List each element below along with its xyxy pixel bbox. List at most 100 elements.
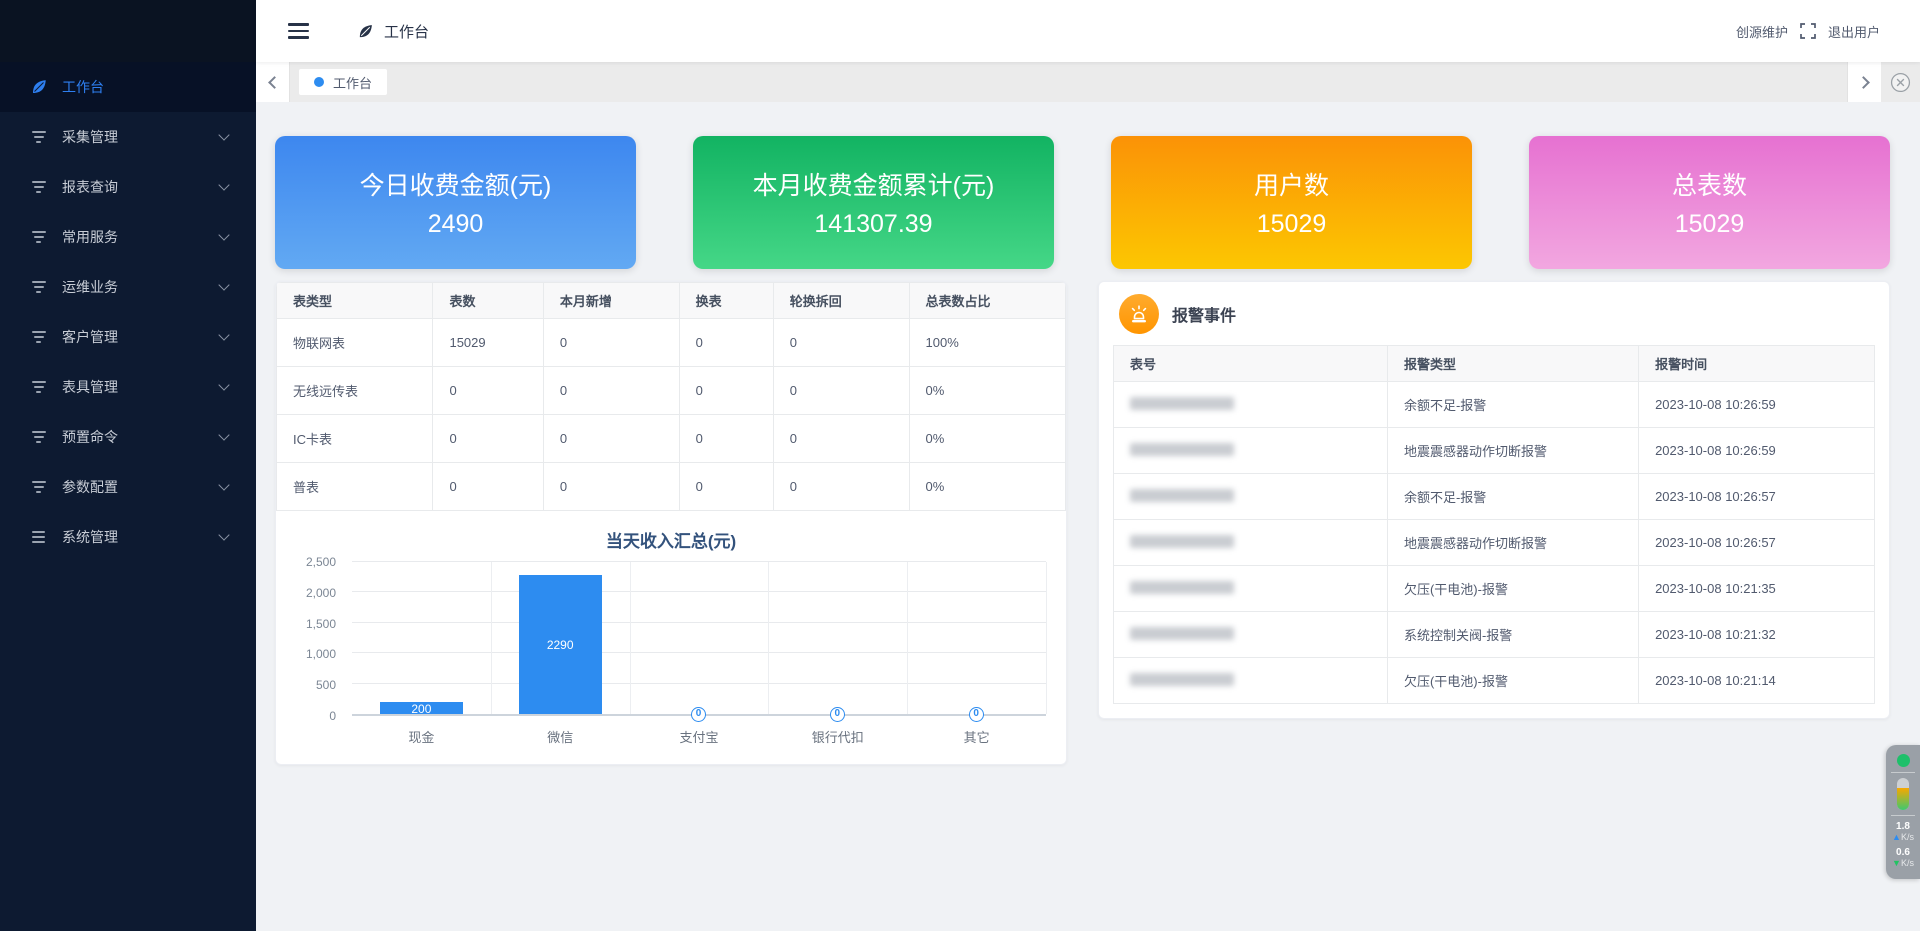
- table-row: 无线远传表00000%: [277, 367, 1066, 415]
- maintainer-label[interactable]: 创源维护: [1736, 22, 1788, 41]
- close-tabs-button[interactable]: [1890, 72, 1911, 93]
- sidebar: 工作台 采集管理报表查询常用服务运维业务客户管理表具管理预置命令参数配置系统管理: [0, 0, 256, 931]
- card-title: 用户数: [1254, 166, 1329, 202]
- x-axis-label: 现金: [352, 727, 491, 746]
- collapse-menu-icon[interactable]: [288, 23, 309, 39]
- filter-icon: [30, 381, 47, 393]
- table-cell: 2023-10-08 10:21:14: [1639, 658, 1875, 704]
- filter-icon: [30, 131, 47, 143]
- column-header: 报警类型: [1387, 346, 1638, 382]
- blurred-meter-number: [1130, 627, 1234, 640]
- column-header: 换表: [679, 283, 773, 319]
- table-cell: 无线远传表: [277, 367, 433, 415]
- chevron-down-icon: [218, 279, 229, 290]
- sidebar-item-customer[interactable]: 客户管理: [0, 312, 256, 362]
- x-axis-label: 其它: [907, 727, 1046, 746]
- sidebar-item-workbench[interactable]: 工作台: [0, 62, 256, 112]
- table-cell: 0: [433, 415, 543, 463]
- table-cell: 系统控制关阀-报警: [1387, 612, 1638, 658]
- column-header: 本月新增: [543, 283, 679, 319]
- panels-row: 表类型表数本月新增换表轮换拆回总表数占比 物联网表15029000100%无线远…: [275, 281, 1890, 765]
- arrow-up-icon: ▲: [1892, 832, 1901, 842]
- chevron-down-icon: [218, 379, 229, 390]
- x-axis-label: 银行代扣: [768, 727, 907, 746]
- table-cell: 15029: [433, 319, 543, 367]
- upload-speed: 1.8: [1892, 821, 1914, 832]
- y-axis-tick-label: 2,000: [306, 586, 336, 600]
- tab-scroll-right-button[interactable]: [1847, 62, 1881, 102]
- table-cell: [1114, 428, 1388, 474]
- fullscreen-icon[interactable]: [1800, 23, 1816, 39]
- sidebar-item-label: 工作台: [62, 77, 104, 97]
- status-dot-icon: [1897, 754, 1910, 767]
- card-title: 本月收费金额累计(元): [753, 166, 995, 202]
- column-header: 轮换拆回: [773, 283, 909, 319]
- sidebar-item-operations[interactable]: 运维业务: [0, 262, 256, 312]
- alarm-table-header-row: 表号报警类型报警时间: [1114, 346, 1875, 382]
- blurred-meter-number: [1130, 397, 1234, 410]
- stat-cards-row: 今日收费金额(元) 2490 本月收费金额累计(元) 141307.39 用户数…: [275, 136, 1890, 269]
- meter-stats-panel: 表类型表数本月新增换表轮换拆回总表数占比 物联网表15029000100%无线远…: [275, 281, 1067, 765]
- tab-workbench[interactable]: 工作台: [299, 69, 387, 95]
- sidebar-item-meter[interactable]: 表具管理: [0, 362, 256, 412]
- sidebar-item-collection[interactable]: 采集管理: [0, 112, 256, 162]
- sidebar-item-parameter[interactable]: 参数配置: [0, 462, 256, 512]
- column-header: 总表数占比: [909, 283, 1066, 319]
- x-axis-labels: 现金微信支付宝银行代扣其它: [352, 727, 1046, 746]
- upload-unit: K/s: [1901, 832, 1914, 842]
- table-cell: 0%: [909, 415, 1066, 463]
- sidebar-item-label: 报表查询: [62, 177, 118, 197]
- table-cell: 0: [679, 463, 773, 511]
- download-unit: K/s: [1901, 858, 1914, 868]
- table-cell: 2023-10-08 10:26:59: [1639, 428, 1875, 474]
- filter-icon: [30, 231, 47, 243]
- table-cell: 2023-10-08 10:26:57: [1639, 520, 1875, 566]
- breadcrumb-title: 工作台: [384, 21, 429, 42]
- meter-table: 表类型表数本月新增换表轮换拆回总表数占比 物联网表15029000100%无线远…: [276, 282, 1066, 511]
- card-title: 今日收费金额(元): [360, 166, 552, 202]
- sidebar-item-services[interactable]: 常用服务: [0, 212, 256, 262]
- tab-scroll-left-button[interactable]: [256, 62, 290, 102]
- tab-bar: 工作台: [256, 62, 1920, 102]
- sidebar-item-system[interactable]: 系统管理: [0, 512, 256, 562]
- chevron-down-icon: [218, 479, 229, 490]
- table-cell: 0: [433, 463, 543, 511]
- chart-title: 当天收入汇总(元): [276, 527, 1066, 552]
- table-cell: 0: [433, 367, 543, 415]
- logout-button[interactable]: 退出用户: [1828, 22, 1880, 41]
- sidebar-item-label: 运维业务: [62, 277, 118, 297]
- y-axis-tick-label: 500: [316, 678, 336, 692]
- divider: [1891, 815, 1915, 816]
- alarm-panel-header: 报警事件: [1113, 282, 1875, 345]
- sidebar-item-label: 客户管理: [62, 327, 118, 347]
- table-cell: 余额不足-报警: [1387, 474, 1638, 520]
- table-row: 地震震感器动作切断报警2023-10-08 10:26:59: [1114, 428, 1875, 474]
- card-title: 总表数: [1672, 166, 1747, 202]
- table-cell: 欠压(干电池)-报警: [1387, 566, 1638, 612]
- card-total-meters[interactable]: 总表数 15029: [1529, 136, 1890, 269]
- sidebar-item-label: 系统管理: [62, 527, 118, 547]
- column-header: 表类型: [277, 283, 433, 319]
- gridline: [491, 562, 492, 714]
- table-cell: [1114, 612, 1388, 658]
- header-actions: 创源维护 退出用户: [1736, 22, 1880, 41]
- alarm-panel-title: 报警事件: [1172, 302, 1236, 326]
- alarm-table: 表号报警类型报警时间 余额不足-报警2023-10-08 10:26:59地震震…: [1113, 345, 1875, 704]
- download-speed: 0.6: [1892, 847, 1914, 858]
- chevron-left-icon: [268, 76, 281, 89]
- sidebar-item-preset-command[interactable]: 预置命令: [0, 412, 256, 462]
- sidebar-item-label: 常用服务: [62, 227, 118, 247]
- network-monitor-widget[interactable]: 1.8 ▲K/s 0.6 ▼K/s: [1886, 745, 1920, 879]
- card-month-revenue[interactable]: 本月收费金额累计(元) 141307.39: [693, 136, 1054, 269]
- table-cell: [1114, 658, 1388, 704]
- card-today-revenue[interactable]: 今日收费金额(元) 2490: [275, 136, 636, 269]
- app-root: 工作台 采集管理报表查询常用服务运维业务客户管理表具管理预置命令参数配置系统管理…: [0, 0, 1920, 931]
- sidebar-menu: 工作台 采集管理报表查询常用服务运维业务客户管理表具管理预置命令参数配置系统管理: [0, 62, 256, 562]
- sidebar-item-report[interactable]: 报表查询: [0, 162, 256, 212]
- y-axis: 05001,0001,5002,0002,500: [288, 562, 344, 716]
- table-cell: 0: [679, 319, 773, 367]
- table-row: 地震震感器动作切断报警2023-10-08 10:26:57: [1114, 520, 1875, 566]
- menu-icon: [30, 531, 47, 543]
- card-value: 2490: [428, 210, 484, 239]
- card-user-count[interactable]: 用户数 15029: [1111, 136, 1472, 269]
